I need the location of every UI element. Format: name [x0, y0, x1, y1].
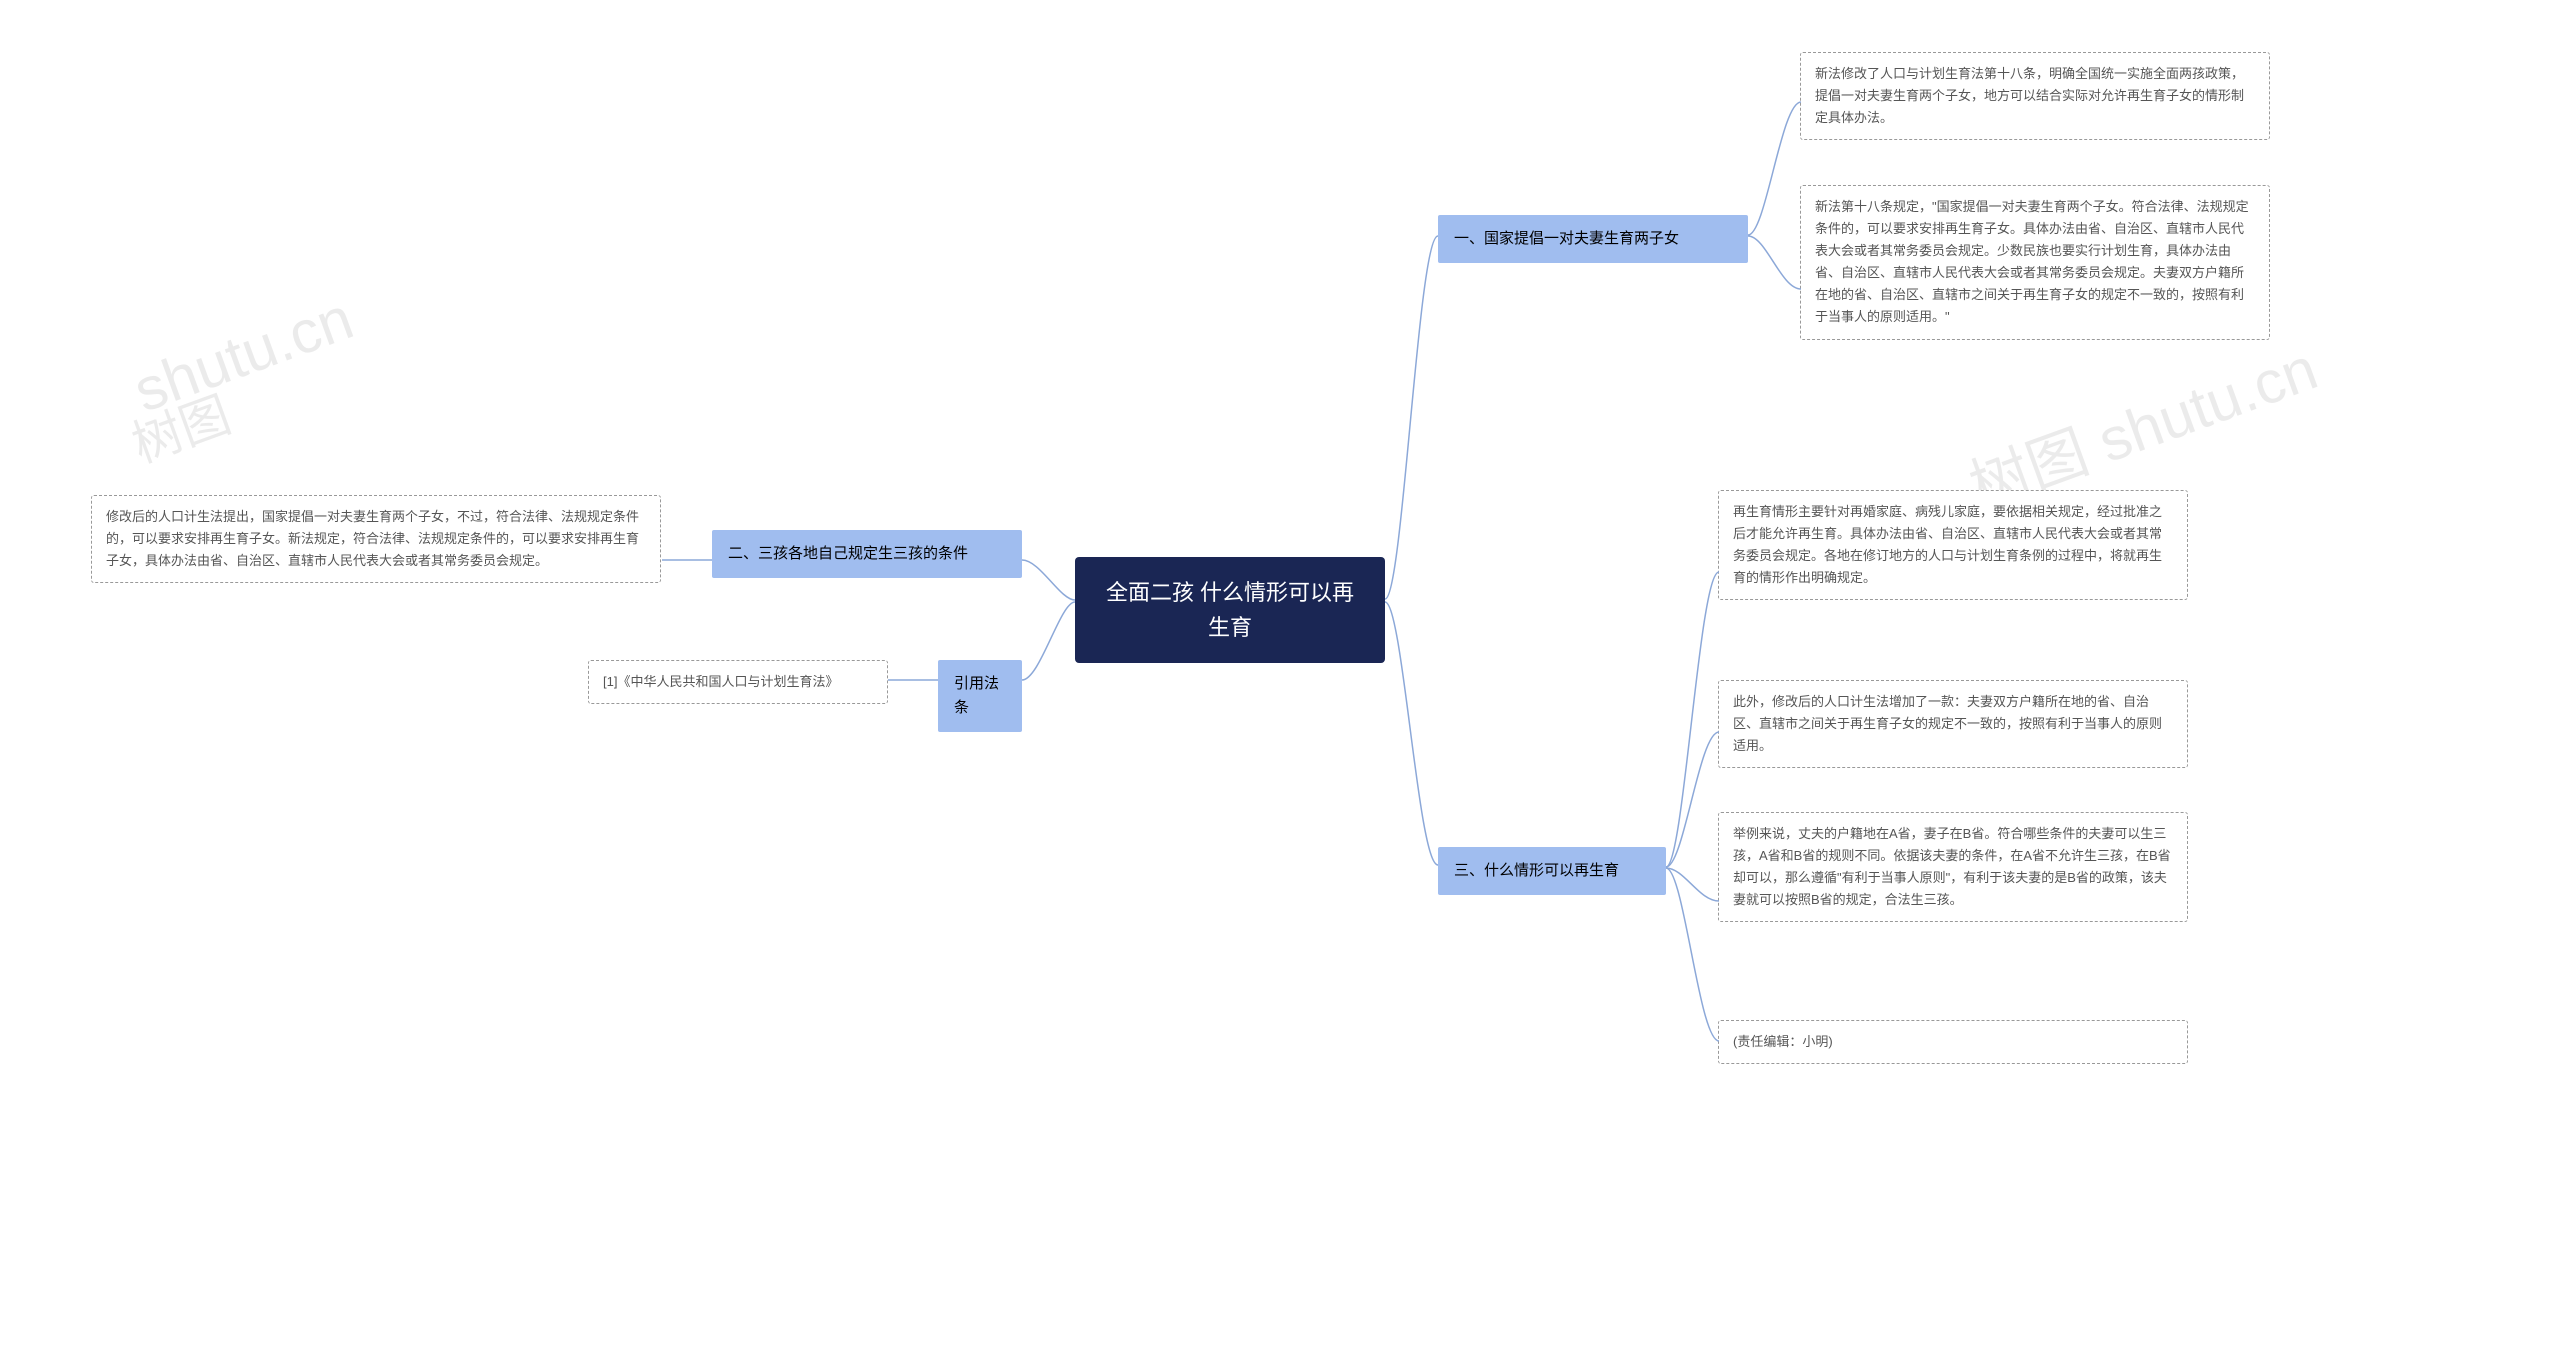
detail-node-1-2: 新法第十八条规定，"国家提倡一对夫妻生育两个子女。符合法律、法规规定条件的，可以…	[1800, 185, 2270, 340]
connector	[1664, 730, 1722, 870]
connector	[1664, 866, 1722, 1046]
detail-node-3-1: 再生育情形主要针对再婚家庭、病残儿家庭，要依据相关规定，经过批准之后才能允许再生…	[1718, 490, 2188, 600]
detail-node-3-3: 举例来说，丈夫的户籍地在A省，妻子在B省。符合哪些条件的夫妻可以生三孩，A省和B…	[1718, 812, 2188, 922]
detail-node-1-1: 新法修改了人口与计划生育法第十八条，明确全国统一实施全面两孩政策，提倡一对夫妻生…	[1800, 52, 2270, 140]
topic-node-ref: 引用法条	[938, 660, 1022, 732]
center-title-line2: 生育	[1095, 610, 1365, 645]
connector	[1664, 866, 1722, 906]
topic-node-2: 二、三孩各地自己规定生三孩的条件	[712, 530, 1022, 578]
watermark: 树图	[121, 375, 240, 477]
connector	[1020, 600, 1080, 685]
connector	[1746, 234, 1804, 294]
connector	[1664, 570, 1722, 870]
connector	[1020, 555, 1080, 605]
topic-node-1: 一、国家提倡一对夫妻生育两子女	[1438, 215, 1748, 263]
detail-node-ref: [1]《中华人民共和国人口与计划生育法》	[588, 660, 888, 704]
connector	[1383, 600, 1441, 870]
detail-node-2: 修改后的人口计生法提出，国家提倡一对夫妻生育两个子女，不过，符合法律、法规规定条…	[91, 495, 661, 583]
watermark: shutu.cn	[125, 283, 362, 425]
connector	[660, 555, 715, 575]
mindmap-center: 全面二孩 什么情形可以再 生育	[1075, 557, 1385, 663]
connector	[1746, 100, 1804, 240]
connector	[1383, 234, 1441, 604]
connector	[886, 675, 941, 685]
detail-node-3-4: (责任编辑：小明)	[1718, 1020, 2188, 1064]
center-title-line1: 全面二孩 什么情形可以再	[1095, 575, 1365, 610]
detail-node-3-2: 此外，修改后的人口计生法增加了一款：夫妻双方户籍所在地的省、自治区、直辖市之间关…	[1718, 680, 2188, 768]
topic-node-3: 三、什么情形可以再生育	[1438, 847, 1666, 895]
